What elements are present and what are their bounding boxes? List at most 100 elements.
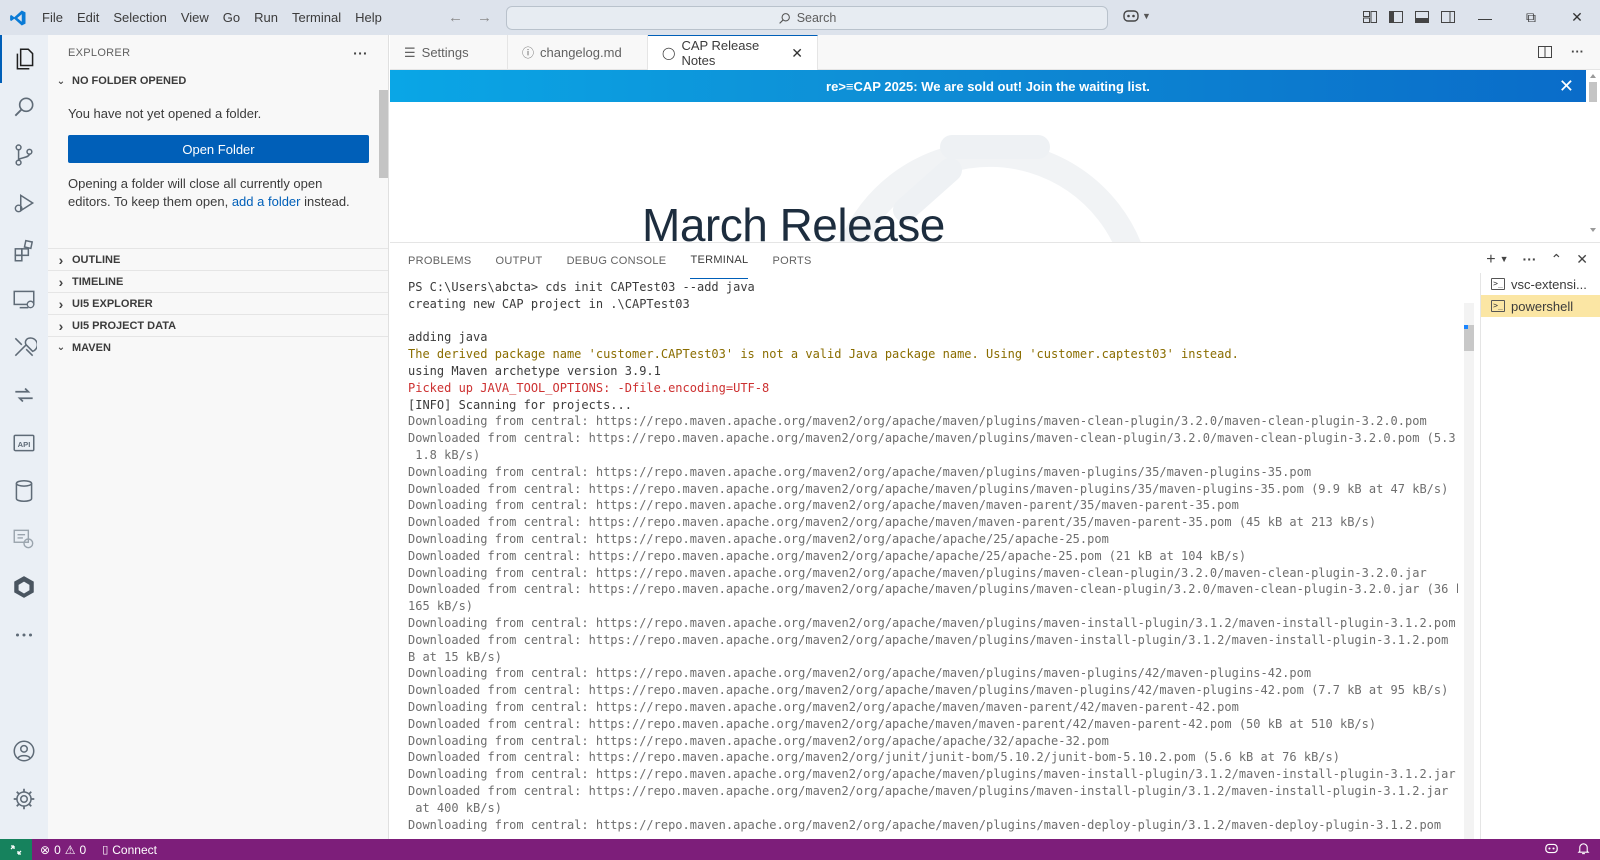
forward-arrow-icon[interactable]: → (477, 9, 492, 26)
source-control-icon[interactable] (0, 131, 48, 179)
terminal-output[interactable]: PS C:\Users\abcta> cds init CAPTest03 --… (408, 279, 1458, 840)
copilot-button[interactable]: ▼ (1122, 8, 1151, 24)
toggle-secondary-sidebar-icon[interactable] (1440, 9, 1456, 25)
toggle-primary-sidebar-icon[interactable] (1388, 9, 1404, 25)
close-icon[interactable]: ✕ (1559, 76, 1574, 97)
preview-icon: ◯ (662, 46, 676, 60)
explorer-icon[interactable] (0, 35, 48, 83)
command-center-search[interactable]: Search (506, 6, 1108, 30)
menu-item-edit[interactable]: Edit (70, 0, 106, 35)
terminal-scrollbar[interactable] (1463, 303, 1475, 840)
menu-item-run[interactable]: Run (247, 0, 285, 35)
customize-layout-icon[interactable] (1362, 9, 1378, 25)
open-folder-button[interactable]: Open Folder (68, 135, 369, 163)
section-maven[interactable]: ⌄ MAVEN (48, 336, 388, 358)
announcement-banner[interactable]: re>≡CAP 2025: We are sold out! Join the … (390, 70, 1586, 102)
panel-tab-terminal[interactable]: TERMINAL (690, 243, 749, 279)
manage-gear-icon[interactable] (0, 775, 48, 823)
menu-item-view[interactable]: View (174, 0, 216, 35)
close-icon[interactable]: ✕ (791, 45, 803, 62)
split-editor-icon[interactable] (1537, 44, 1553, 60)
remote-explorer-icon[interactable] (0, 275, 48, 323)
terminal-line: Downloaded from central: https://repo.ma… (408, 749, 1458, 766)
terminal-line: 165 kB/s) (408, 598, 1458, 615)
close-panel-icon[interactable]: ✕ (1576, 251, 1588, 269)
terminal-line: Downloaded from central: https://repo.ma… (408, 682, 1458, 699)
maximize-panel-icon[interactable]: ⌃ (1551, 251, 1563, 269)
terminal-line-text: Downloaded from central: https://repo.ma… (408, 431, 1458, 446)
more-views-icon[interactable] (0, 611, 48, 659)
toggle-panel-icon[interactable] (1414, 9, 1430, 25)
tab-settings[interactable]: ☰ Settings (390, 35, 508, 70)
chevron-right-icon: › (58, 251, 64, 268)
chevron-down-icon[interactable]: ▼ (1500, 254, 1509, 269)
window-controls: — ⧉ ✕ (1462, 0, 1600, 35)
terminal-line-text: Downloading from central: https://repo.m… (408, 699, 1239, 714)
panel-tab-output[interactable]: OUTPUT (496, 243, 543, 279)
no-folder-content: You have not yet opened a folder. Open F… (48, 92, 388, 248)
editor-scrollbar[interactable] (1588, 70, 1598, 242)
section-timeline[interactable]: › TIMELINE (48, 270, 388, 292)
remote-indicator-icon[interactable] (0, 839, 32, 860)
api-icon[interactable]: API (0, 419, 48, 467)
terminal-line: The derived package name 'customer.CAPTe… (408, 346, 1458, 363)
menu-item-terminal[interactable]: Terminal (285, 0, 348, 35)
more-actions-icon[interactable]: ··· (353, 45, 368, 61)
close-window-icon[interactable]: ✕ (1554, 0, 1600, 35)
more-actions-icon[interactable]: ··· (1523, 251, 1537, 269)
terminal-line-text: Downloaded from central: https://repo.ma… (408, 683, 1449, 698)
section-ui5-explorer[interactable]: › UI5 EXPLORER (48, 292, 388, 314)
panel-tab-problems[interactable]: PROBLEMS (408, 243, 472, 279)
tab-cap-release-notes[interactable]: ◯ CAP Release Notes ✕ (648, 35, 818, 70)
new-terminal-icon[interactable]: + (1486, 251, 1495, 269)
deploy-icon[interactable] (0, 371, 48, 419)
menu-item-go[interactable]: Go (216, 0, 247, 35)
terminal-line: at 400 kB/s) (408, 800, 1458, 817)
accounts-icon[interactable] (0, 727, 48, 775)
tab-label: Settings (421, 45, 469, 60)
terminal-line-text: Downloaded from central: https://repo.ma… (408, 582, 1458, 597)
cap-icon[interactable] (0, 563, 48, 611)
section-label: MAVEN (72, 341, 111, 354)
menu-item-file[interactable]: File (35, 0, 70, 35)
extensions-icon[interactable] (0, 227, 48, 275)
connect-button[interactable]: ▯ Connect (94, 843, 165, 857)
editor-actions: ··· (1537, 44, 1584, 60)
panel-tab-ports[interactable]: PORTS (772, 243, 811, 279)
section-label: OUTLINE (72, 253, 121, 266)
section-outline[interactable]: › OUTLINE (48, 248, 388, 270)
problems-indicator[interactable]: ⊗ 0 ⚠ 0 (32, 843, 94, 857)
terminal-line-text: 1.8 kB/s) (408, 447, 481, 462)
terminal-list-item[interactable]: >_ powershell (1481, 295, 1600, 317)
restore-icon[interactable]: ⧉ (1508, 0, 1554, 35)
terminal-line-text: Downloading from central: https://repo.m… (408, 565, 1427, 580)
chevron-down-icon: ⌄ (56, 75, 66, 87)
service-center-icon[interactable] (0, 515, 48, 563)
search-activity-icon[interactable] (0, 83, 48, 131)
sidebar-scrollbar[interactable] (379, 90, 388, 178)
back-arrow-icon[interactable]: ← (448, 9, 463, 26)
run-debug-icon[interactable] (0, 179, 48, 227)
terminal-line-text: Downloading from central: https://repo.m… (408, 531, 1109, 546)
vscode-logo-icon[interactable] (0, 0, 35, 35)
terminal-line: Downloading from central: https://repo.m… (408, 615, 1458, 632)
title-bar: File Edit Selection View Go Run Terminal Help ←… (0, 0, 1600, 35)
minimize-icon[interactable]: — (1462, 0, 1508, 35)
section-no-folder[interactable]: ⌄ NO FOLDER OPENED (48, 70, 388, 92)
database-icon[interactable] (0, 467, 48, 515)
menu-item-help[interactable]: Help (348, 0, 389, 35)
section-ui5-project-data[interactable]: › UI5 PROJECT DATA (48, 314, 388, 336)
panel-tab-debug-console[interactable]: DEBUG CONSOLE (567, 243, 667, 279)
editor-tabs: ☰ Settings ⓘ changelog.md ◯ CAP Release … (390, 35, 1600, 70)
terminal-list-item[interactable]: >_ vsc-extensi... (1481, 273, 1600, 295)
copilot-status-icon[interactable] (1544, 842, 1559, 858)
menu-item-selection[interactable]: Selection (106, 0, 173, 35)
terminal-line-text: Downloading from central: https://repo.m… (408, 666, 1312, 681)
terminal-line: B at 15 kB/s) (408, 649, 1458, 666)
notifications-bell-icon[interactable] (1577, 842, 1590, 858)
tools-icon[interactable] (0, 323, 48, 371)
tab-changelog[interactable]: ⓘ changelog.md (508, 35, 648, 70)
more-actions-icon[interactable]: ··· (1571, 44, 1584, 60)
add-folder-link[interactable]: add a folder (232, 194, 301, 209)
